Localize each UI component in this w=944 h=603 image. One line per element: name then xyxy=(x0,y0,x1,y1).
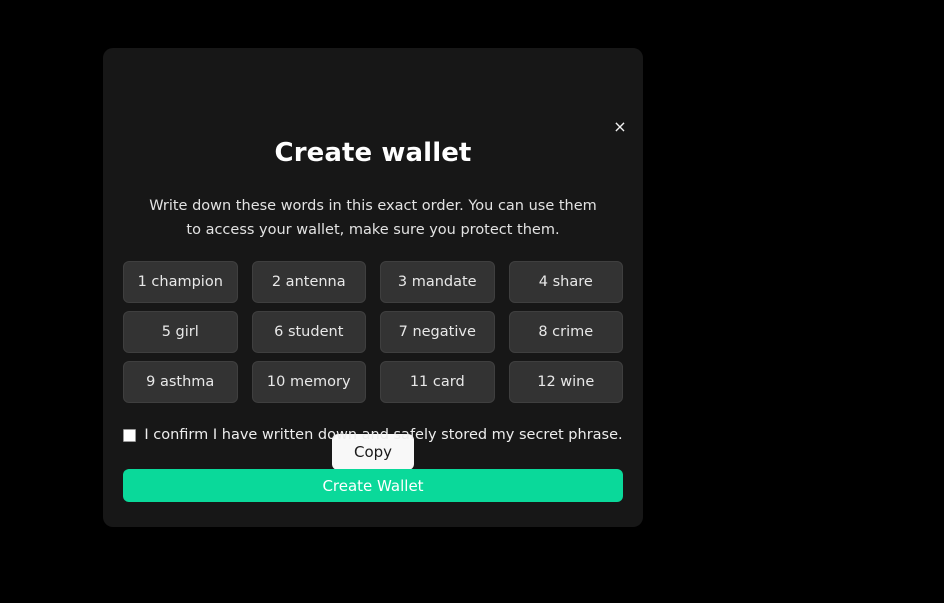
close-icon[interactable]: × xyxy=(607,114,633,140)
seed-word-2: 2 antenna xyxy=(251,261,366,303)
seed-word-10: 10 memory xyxy=(251,361,366,403)
seed-word-12: 12 wine xyxy=(508,361,623,403)
seed-word-5: 5 girl xyxy=(123,311,238,353)
create-wallet-button[interactable]: Create Wallet xyxy=(123,469,623,502)
confirm-row: I confirm I have written down and safely… xyxy=(103,427,643,443)
seed-word-1: 1 champion xyxy=(123,261,238,303)
seed-word-7: 7 negative xyxy=(380,311,495,353)
page-background: × Create wallet Write down these words i… xyxy=(0,0,944,603)
confirm-checkbox[interactable] xyxy=(123,428,137,442)
seed-word-6: 6 student xyxy=(251,311,366,353)
seed-phrase-grid: 1 champion 2 antenna 3 mandate 4 share 5… xyxy=(123,261,623,403)
modal-description: Write down these words in this exact ord… xyxy=(149,198,597,238)
seed-word-4: 4 share xyxy=(508,261,623,303)
seed-word-3: 3 mandate xyxy=(380,261,495,303)
seed-word-11: 11 card xyxy=(380,361,495,403)
seed-word-8: 8 crime xyxy=(508,311,623,353)
confirm-label[interactable]: I confirm I have written down and safely… xyxy=(144,427,622,443)
seed-word-9: 9 asthma xyxy=(123,361,238,403)
page-title: Create wallet xyxy=(274,138,472,168)
create-wallet-modal: × Create wallet Write down these words i… xyxy=(103,48,643,527)
